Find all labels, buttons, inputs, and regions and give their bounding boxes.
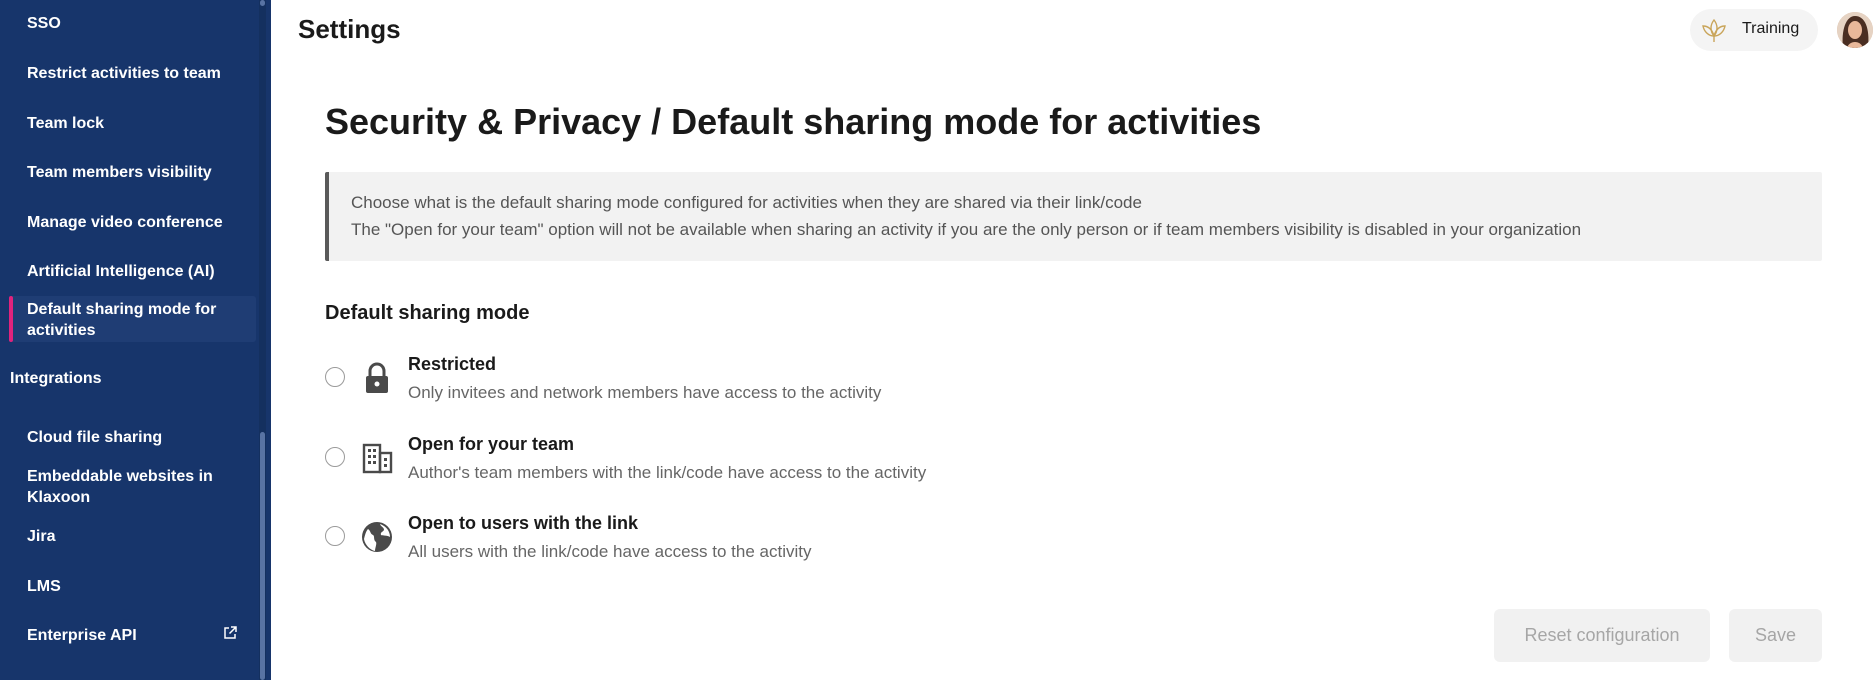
page-title: Security & Privacy / Default sharing mod… bbox=[325, 101, 1262, 142]
page-header-title: Settings bbox=[298, 14, 401, 44]
sidebar-scrollbar-thumb[interactable] bbox=[260, 432, 265, 680]
radio-open-for-team[interactable] bbox=[325, 447, 345, 467]
sidebar-item-team-lock[interactable]: Team lock bbox=[27, 113, 257, 134]
sidebar: SSO Restrict activities to team Team loc… bbox=[0, 0, 271, 680]
option-desc-open-for-team: Author's team members with the link/code… bbox=[408, 463, 927, 482]
sidebar-item-label-line2: activities bbox=[27, 322, 96, 339]
sidebar-item-restrict-activities[interactable]: Restrict activities to team bbox=[27, 63, 257, 84]
section-title: Default sharing mode bbox=[325, 302, 530, 324]
sidebar-item-jira[interactable]: Jira bbox=[27, 526, 257, 547]
sidebar-item-label-line1: Default sharing mode for bbox=[27, 301, 217, 318]
sidebar-item-sso[interactable]: SSO bbox=[27, 13, 257, 34]
option-label-open-for-team[interactable]: Open for your team bbox=[408, 434, 574, 455]
info-line-1: Choose what is the default sharing mode … bbox=[351, 193, 1142, 212]
sidebar-item-artificial-intelligence[interactable]: Artificial Intelligence (AI) bbox=[27, 261, 257, 282]
sidebar-item-team-members-visibility[interactable]: Team members visibility bbox=[27, 162, 257, 183]
external-link-icon[interactable] bbox=[223, 626, 237, 640]
info-line-2: The "Open for your team" option will not… bbox=[351, 220, 1582, 239]
user-avatar[interactable] bbox=[1837, 12, 1873, 48]
sidebar-section-integrations[interactable]: Integrations bbox=[10, 370, 102, 388]
sidebar-item-lms[interactable]: LMS bbox=[27, 576, 257, 597]
sidebar-scrollbar-top bbox=[260, 0, 265, 6]
lock-icon bbox=[366, 362, 388, 393]
radio-restricted[interactable] bbox=[325, 367, 345, 387]
info-callout bbox=[325, 172, 1822, 261]
option-label-open-to-link[interactable]: Open to users with the link bbox=[408, 513, 638, 534]
option-label-restricted[interactable]: Restricted bbox=[408, 354, 496, 375]
lotus-logo-icon bbox=[1702, 18, 1726, 42]
sidebar-item-embeddable-websites-line1[interactable]: Embeddable websites in bbox=[27, 466, 257, 487]
workspace-label[interactable]: Training bbox=[1742, 20, 1799, 38]
sidebar-item-manage-video-conference[interactable]: Manage video conference bbox=[27, 212, 257, 233]
save-button[interactable]: Save bbox=[1729, 609, 1822, 662]
building-icon bbox=[362, 443, 393, 474]
reset-configuration-button[interactable]: Reset configuration bbox=[1494, 609, 1710, 662]
sidebar-item-cloud-file-sharing[interactable]: Cloud file sharing bbox=[27, 427, 257, 448]
option-desc-open-to-link: All users with the link/code have access… bbox=[408, 542, 812, 561]
sidebar-item-embeddable-websites-line2[interactable]: Klaxoon bbox=[27, 487, 257, 508]
avatar-image bbox=[1837, 12, 1873, 48]
active-indicator bbox=[9, 296, 13, 342]
globe-icon bbox=[362, 522, 392, 552]
option-desc-restricted: Only invitees and network members have a… bbox=[408, 383, 882, 402]
radio-open-to-link[interactable] bbox=[325, 526, 345, 546]
